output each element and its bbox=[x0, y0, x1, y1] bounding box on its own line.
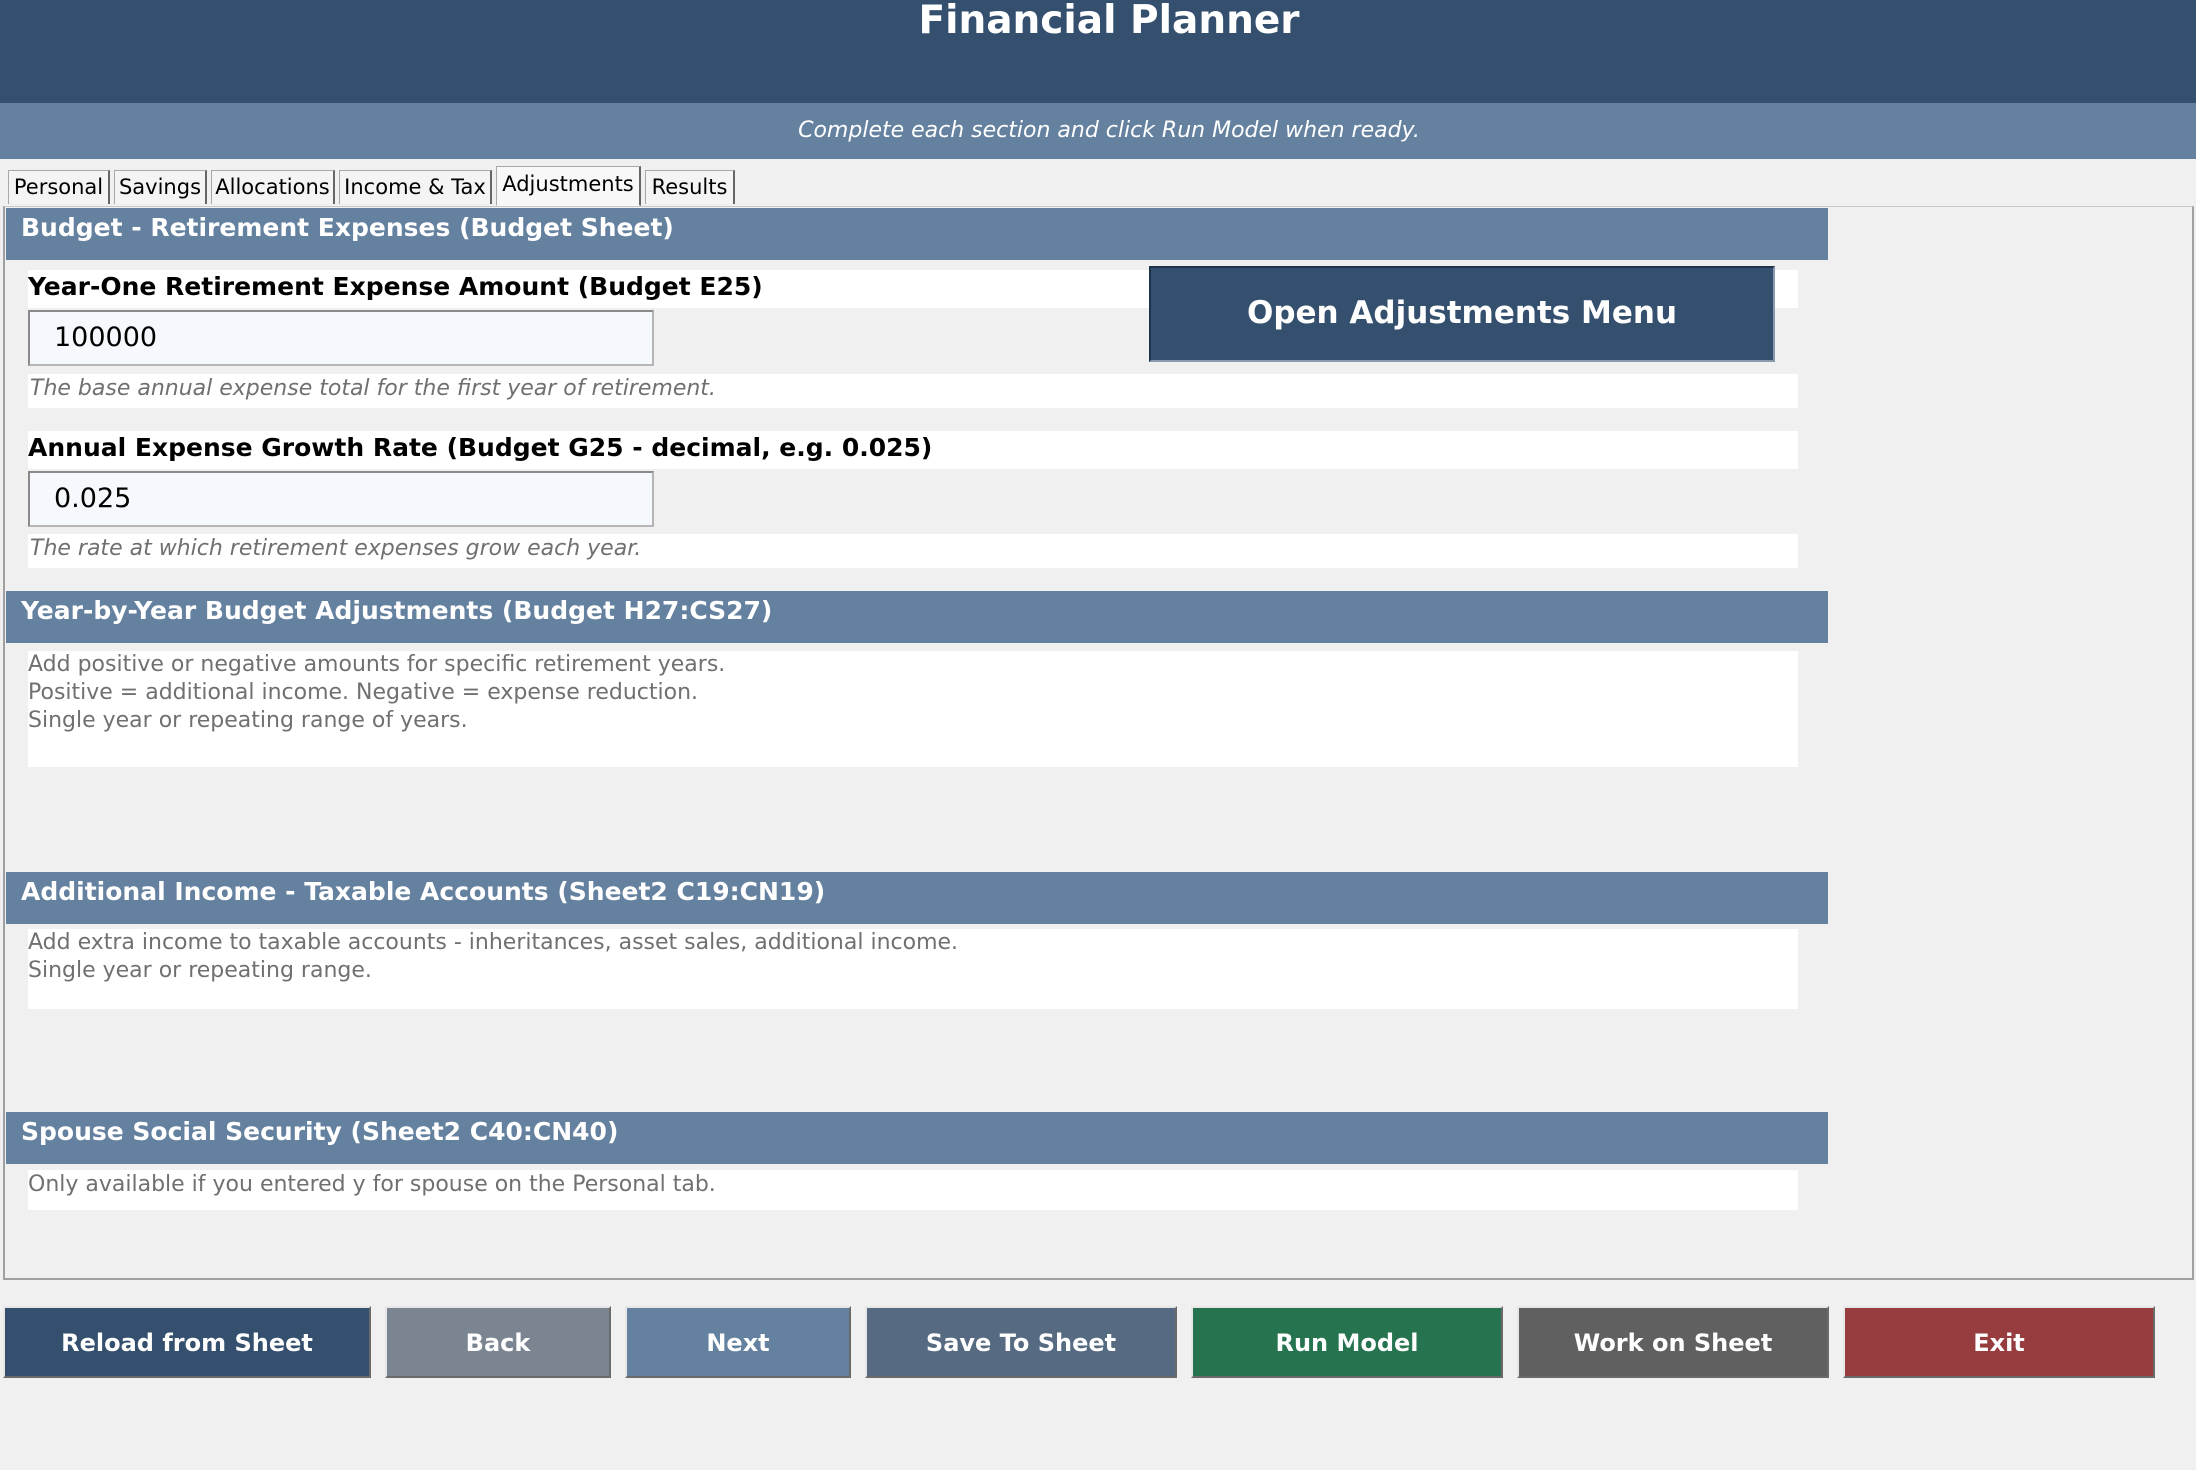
reload-from-sheet-button[interactable]: Reload from Sheet bbox=[3, 1306, 371, 1378]
tab-personal[interactable]: Personal bbox=[8, 170, 110, 204]
addl-income-info-line: Add extra income to taxable accounts - i… bbox=[28, 930, 959, 955]
next-button[interactable]: Next bbox=[625, 1306, 851, 1378]
expense-amount-input[interactable]: 100000 bbox=[28, 310, 654, 366]
tab-allocations[interactable]: Allocations bbox=[211, 170, 335, 204]
run-model-button[interactable]: Run Model bbox=[1191, 1306, 1503, 1378]
tab-results[interactable]: Results bbox=[645, 170, 735, 204]
yby-info-line: Positive = additional income. Negative =… bbox=[28, 680, 699, 705]
app-subtitle: Complete each section and click Run Mode… bbox=[798, 118, 1420, 143]
yby-section-header: Year-by-Year Budget Adjustments (Budget … bbox=[6, 591, 1828, 643]
save-to-sheet-button[interactable]: Save To Sheet bbox=[865, 1306, 1177, 1378]
yby-info-line: Single year or repeating range of years. bbox=[28, 708, 468, 733]
tab-savings[interactable]: Savings bbox=[114, 170, 207, 204]
app-title: Financial Planner bbox=[918, 0, 1300, 43]
addl-income-section-header: Additional Income - Taxable Accounts (Sh… bbox=[6, 872, 1828, 924]
work-on-sheet-button[interactable]: Work on Sheet bbox=[1517, 1306, 1829, 1378]
spouse-ss-section-header: Spouse Social Security (Sheet2 C40:CN40) bbox=[6, 1112, 1828, 1164]
back-button[interactable]: Back bbox=[385, 1306, 611, 1378]
open-adjustments-menu-button[interactable]: Open Adjustments Menu bbox=[1149, 266, 1775, 362]
exit-button[interactable]: Exit bbox=[1843, 1306, 2155, 1378]
tab-adjustments[interactable]: Adjustments bbox=[496, 166, 641, 206]
expense-amount-label: Year-One Retirement Expense Amount (Budg… bbox=[28, 272, 763, 301]
expense-amount-hint: The base annual expense total for the fi… bbox=[30, 376, 716, 401]
tab-income-tax[interactable]: Income & Tax bbox=[339, 170, 492, 204]
spouse-ss-info-line: Only available if you entered y for spou… bbox=[28, 1172, 716, 1197]
growth-rate-label: Annual Expense Growth Rate (Budget G25 -… bbox=[28, 433, 933, 462]
yby-info-line: Add positive or negative amounts for spe… bbox=[28, 652, 726, 677]
growth-rate-hint: The rate at which retirement expenses gr… bbox=[30, 536, 642, 561]
growth-rate-input[interactable]: 0.025 bbox=[28, 471, 654, 527]
budget-section-header: Budget - Retirement Expenses (Budget She… bbox=[6, 208, 1828, 260]
addl-income-info-line: Single year or repeating range. bbox=[28, 958, 372, 983]
